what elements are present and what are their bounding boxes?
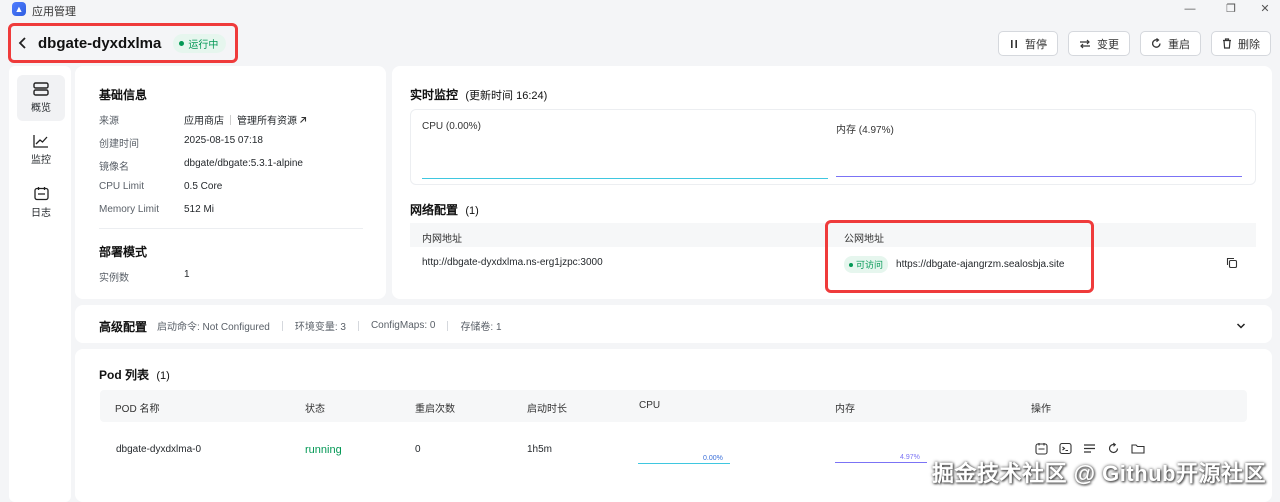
configmaps: ConfigMaps: 0 (370, 320, 436, 331)
overview-icon (33, 82, 49, 96)
restart-icon (1152, 38, 1161, 48)
basic-info-card: 基础信息 来源 应用商店 管理所有资源 创建时间 2025-08-15 07:1… (75, 66, 386, 299)
status-badge: 运行中 (173, 33, 227, 53)
nav-item-logs[interactable]: 日志 (17, 179, 65, 225)
app-name: dbgate-dyxdxlma (38, 34, 162, 52)
cpu-line (422, 178, 828, 179)
pod-table-header: POD 名称 状态 重启次数 启动时长 CPU 内存 操作 (100, 390, 1247, 422)
cpu-limit-value: 0.5 Core (184, 181, 223, 192)
chart-icon (33, 135, 48, 148)
monitor-box: CPU (0.00%) 内存 (4.97%) (410, 109, 1256, 185)
advanced-summary: 启动命令: Not Configured 环境变量: 3 ConfigMaps:… (157, 318, 502, 333)
pod-folder-icon[interactable] (1131, 442, 1145, 456)
pod-restarts: 0 (415, 444, 421, 455)
chevron-down-icon[interactable] (1236, 319, 1246, 333)
col-uptime: 启动时长 (527, 404, 567, 415)
memory-line (836, 176, 1242, 177)
advanced-config-card[interactable]: 高级配置 启动命令: Not Configured 环境变量: 3 Config… (75, 305, 1272, 343)
cpu-monitor-label: CPU (0.00%) (422, 121, 481, 132)
source-label: 来源 (99, 116, 119, 127)
update-button[interactable]: 变更 (1068, 31, 1130, 56)
pod-name: dbgate-dyxdxlma-0 (116, 444, 202, 455)
internal-address[interactable]: http://dbgate-dyxdxlma.ns-erg1jzpc:3000 (422, 257, 603, 268)
pod-status: running (305, 444, 342, 456)
network-table-header: 内网地址 公网地址 (410, 223, 1256, 247)
memory-limit-value: 512 Mi (184, 204, 215, 215)
col-status: 状态 (305, 404, 325, 415)
col-internal-address: 内网地址 (422, 234, 462, 245)
close-icon[interactable]: ✕ (1258, 2, 1272, 16)
startup-command: 启动命令: Not Configured (157, 322, 270, 333)
pod-uptime: 1h5m (527, 444, 553, 455)
watermark-text: 掘金技术社区 @ Github开源社区 (931, 461, 1266, 486)
manage-resources-link[interactable]: 管理所有资源 (237, 112, 297, 127)
rocket-icon: ▲ (12, 2, 26, 16)
memory-limit-label: Memory Limit (99, 204, 160, 215)
memory-monitor-label: 内存 (4.97%) (836, 125, 894, 136)
public-address-link[interactable]: https://dbgate-ajangrzm.sealosbja.site (896, 259, 1064, 270)
col-cpu: CPU (639, 400, 661, 411)
external-link-icon (300, 116, 307, 123)
col-pod-name: POD 名称 (115, 404, 160, 415)
monitor-title: 实时监控 (更新时间 16:24) (410, 88, 548, 102)
log-icon (33, 186, 49, 200)
copy-icon[interactable] (1226, 257, 1238, 272)
env-vars: 环境变量: 3 (294, 322, 346, 333)
col-actions: 操作 (1031, 404, 1051, 415)
monitor-network-card: 实时监控 (更新时间 16:24) CPU (0.00%) 内存 (4.97%)… (392, 66, 1272, 299)
pause-button[interactable]: 暂停 (998, 31, 1058, 56)
image-label: 镜像名 (99, 162, 129, 173)
trash-icon (1223, 38, 1231, 49)
created-label: 创建时间 (99, 139, 139, 150)
cpu-limit-label: CPU Limit (99, 181, 145, 192)
accessible-badge: 可访问 (844, 256, 889, 273)
pod-restart-icon[interactable] (1107, 442, 1121, 456)
pod-count: (1) (156, 370, 170, 382)
window-title: 应用管理 (32, 6, 76, 18)
pod-cpu-value: 0.00% (703, 455, 723, 462)
network-count: (1) (465, 205, 479, 217)
public-address-cell: 可访问 https://dbgate-ajangrzm.sealosbja.si… (844, 256, 1064, 273)
nav-item-monitor[interactable]: 监控 (17, 127, 65, 173)
pod-memory-sparkline (835, 462, 927, 463)
restart-button[interactable]: 重启 (1140, 31, 1201, 56)
source-value: 应用商店 管理所有资源 (184, 112, 307, 127)
side-nav: 概览 监控 日志 (9, 66, 71, 502)
image-value: dbgate/dbgate:5.3.1-alpine (184, 158, 303, 169)
app-header: dbgate-dyxdxlma 运行中 (8, 26, 234, 60)
swap-icon (1080, 39, 1090, 48)
back-arrow-icon[interactable] (16, 36, 30, 50)
pod-details-icon[interactable] (1083, 442, 1097, 456)
created-value: 2025-08-15 07:18 (184, 135, 263, 146)
col-restarts: 重启次数 (415, 404, 455, 415)
nav-item-overview[interactable]: 概览 (17, 75, 65, 121)
title-bar: ▲ 应用管理 — ❐ ✕ (0, 0, 1280, 18)
status-dot (179, 40, 185, 46)
section-divider (99, 228, 363, 229)
basic-info-title: 基础信息 (99, 88, 148, 102)
monitor-update-time: (更新时间 16:24) (465, 90, 548, 102)
pod-logs-icon[interactable] (1035, 442, 1049, 456)
col-public-address: 公网地址 (844, 234, 884, 245)
advanced-title: 高级配置 (99, 320, 148, 334)
deploy-mode-title: 部署模式 (99, 245, 148, 259)
pod-memory-value: 4.97% (900, 454, 920, 461)
pod-terminal-icon[interactable] (1059, 442, 1073, 456)
delete-button[interactable]: 删除 (1211, 31, 1271, 56)
storage-volumes: 存储卷: 1 (460, 322, 502, 333)
network-title: 网络配置 (1) (410, 203, 479, 217)
col-memory: 内存 (835, 404, 855, 415)
pause-icon (1011, 39, 1017, 48)
minimize-icon[interactable]: — (1183, 2, 1197, 16)
replicas-label: 实例数 (99, 273, 129, 284)
status-text: 运行中 (188, 39, 219, 51)
action-bar: 暂停 变更 重启 删除 (998, 31, 1271, 56)
pod-cpu-sparkline (638, 463, 730, 464)
replicas-value: 1 (184, 269, 190, 280)
pod-list-title: Pod 列表 (1) (99, 368, 170, 382)
restore-icon[interactable]: ❐ (1224, 2, 1238, 16)
